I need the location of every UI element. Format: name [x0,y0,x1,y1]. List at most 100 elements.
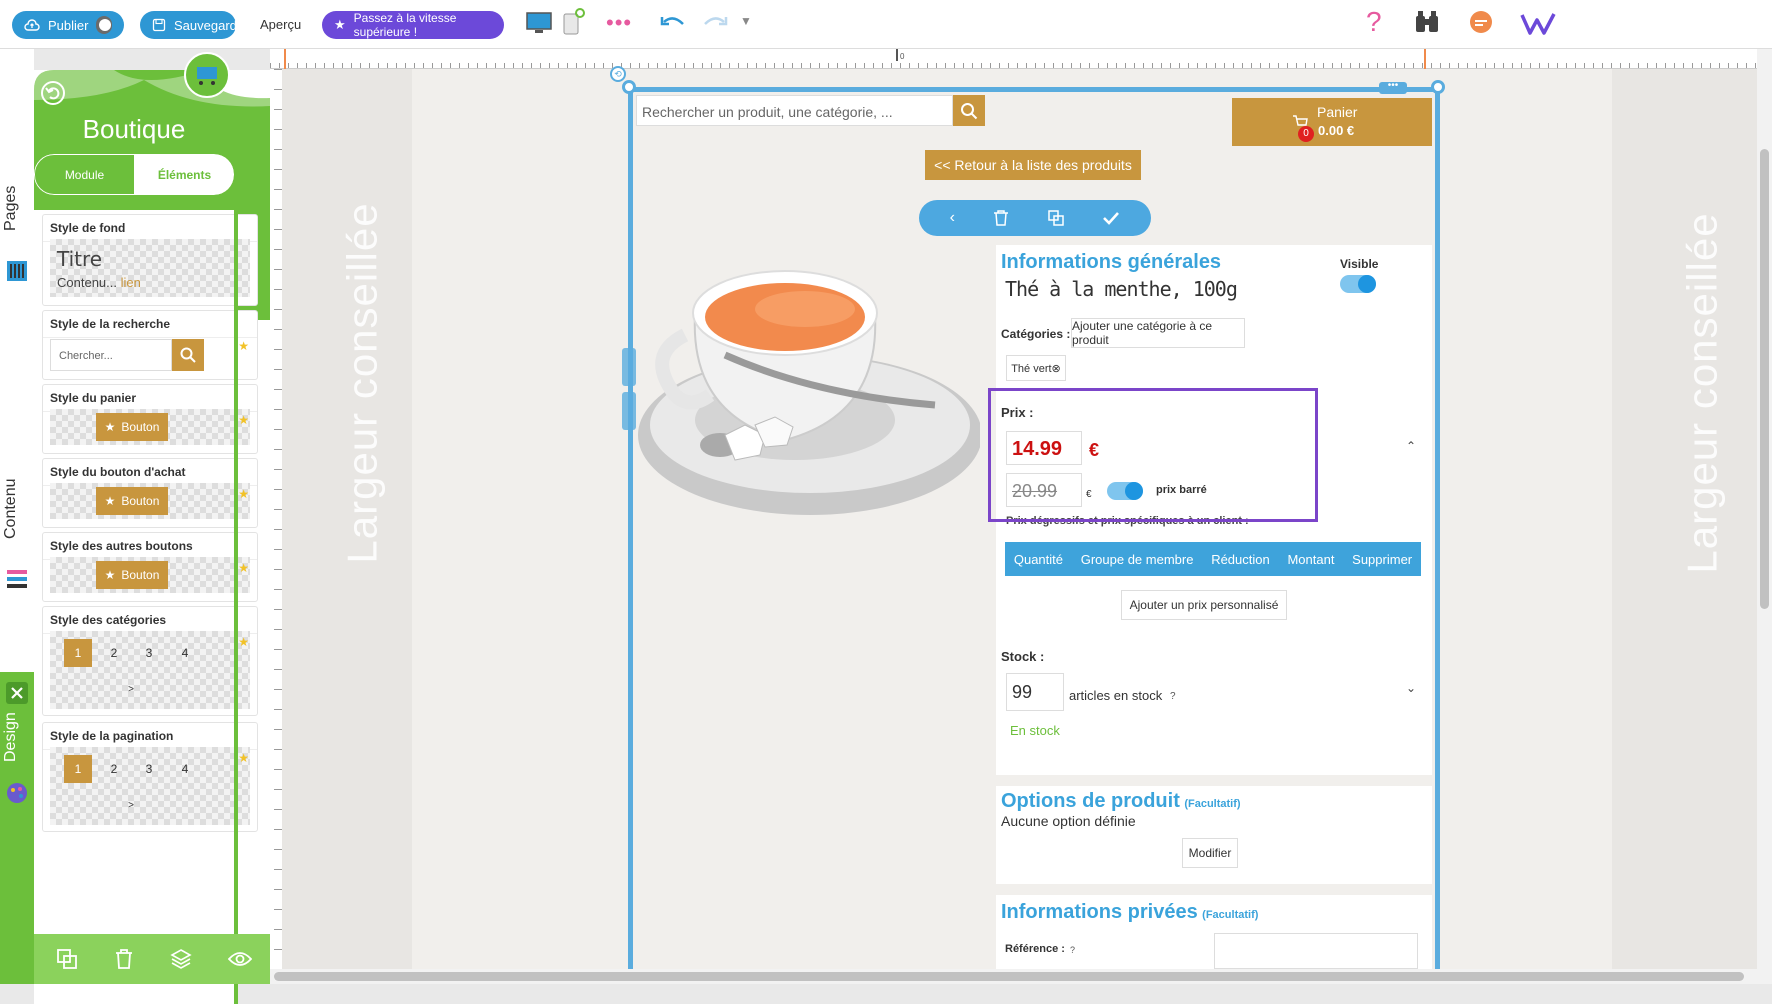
vertical-scrollbar[interactable] [1757,49,1772,984]
card-background-style[interactable]: Style de fond Titre Contenu... lien [42,214,258,306]
star-icon: ★ [238,413,249,427]
tab-pages[interactable]: Pages [2,186,20,231]
trash-icon[interactable] [114,948,134,970]
chevron-left-icon[interactable]: ‹ [950,209,955,227]
publish-toggle[interactable] [96,16,112,34]
desktop-view-icon[interactable] [526,12,552,36]
pagination-preview: 1 2 3 4 > [50,747,250,825]
drag-handle[interactable] [622,348,636,386]
card-title: Style de la pagination [43,723,257,750]
stock-input[interactable]: 99 [1006,673,1064,711]
back-arrow-icon[interactable] [40,80,66,106]
card-title: Style du bouton d'achat [43,459,257,486]
card-title: Style du panier [43,385,257,412]
page-number: 4 [181,762,189,776]
chat-icon[interactable] [1468,10,1494,36]
card-title: Style des autres boutons [43,533,257,560]
scrollbar-thumb[interactable] [274,972,1744,981]
back-to-products-button[interactable]: << Retour à la liste des produits [925,150,1141,180]
product-search-button[interactable] [953,95,985,126]
card-cart-style[interactable]: Style du panier ★ Bouton ★ [42,384,258,454]
tab-elements[interactable]: Éléments [135,154,234,195]
column-header[interactable]: Réduction [1211,552,1270,567]
resize-handle[interactable] [622,80,636,94]
card-search-style[interactable]: Style de la recherche Chercher... ★ [42,310,258,380]
mobile-view-icon[interactable] [562,8,586,36]
tab-design[interactable]: Design [2,712,20,762]
product-name[interactable]: Thé à la menthe, 100g [1005,277,1238,301]
search-icon [180,347,196,363]
add-custom-price-button[interactable]: Ajouter un prix personnalisé [1121,590,1287,620]
chevron-down-icon[interactable]: ⌄ [1406,681,1416,695]
publish-button[interactable]: Publier [12,11,124,39]
ruler-guide-mark[interactable] [1424,49,1426,69]
horizontal-scrollbar[interactable] [270,969,1757,984]
column-header[interactable]: Montant [1287,552,1334,567]
modify-options-button[interactable]: Modifier [1182,838,1238,868]
reference-label: Référence : [1005,943,1065,955]
rotate-handle-icon[interactable]: ⟲ [610,66,626,82]
binoculars-icon[interactable] [1414,10,1440,34]
card-categories-style[interactable]: Style des catégories 1 2 3 4 > ★ [42,606,258,716]
resize-handle[interactable] [1431,80,1445,94]
panel-scrollbar[interactable] [234,210,238,1004]
card-title: Style de fond [43,215,257,242]
sample-title: Titre [57,247,103,271]
preview-link[interactable]: Aperçu [260,17,301,32]
product-search-input[interactable]: Rechercher un produit, une catégorie, ..… [636,95,953,126]
visible-toggle[interactable] [1340,275,1376,293]
check-icon[interactable] [1102,209,1120,227]
eye-icon[interactable] [228,950,252,968]
card-buy-button-style[interactable]: Style du bouton d'achat ★ Bouton ★ [42,458,258,528]
add-category-button[interactable]: Ajouter une catégorie à ce produit [1071,318,1245,348]
category-tag[interactable]: Thé vert⊗ [1006,355,1066,381]
upgrade-button[interactable]: ★ Passez à la vitesse supérieure ! [322,11,504,39]
module-options-icon[interactable]: ••• [1379,81,1407,94]
card-pagination-style[interactable]: Style de la pagination 1 2 3 4 > ★ [42,722,258,832]
ruler-guide-mark[interactable] [284,49,286,69]
tab-module[interactable]: Module [34,154,135,195]
card-other-buttons-style[interactable]: Style des autres boutons ★ Bouton ★ [42,532,258,602]
pages-icon[interactable] [6,259,28,283]
help-icon[interactable]: ? [1070,945,1075,955]
recommended-width-label: Largeur conseillée [338,202,386,564]
options-heading: Options de produit (Facultatif) [1001,790,1241,812]
reference-input[interactable] [1214,933,1418,969]
save-icon [152,18,166,32]
page-number: 4 [181,646,189,660]
column-header[interactable]: Quantité [1014,552,1063,567]
no-options-text: Aucune option définie [1001,813,1136,829]
star-icon: ★ [238,635,249,649]
column-header[interactable]: Supprimer [1352,552,1412,567]
help-icon[interactable]: ? [1366,6,1382,38]
categories-label: Catégories : [1001,327,1071,341]
drag-handle[interactable] [622,392,636,430]
column-header[interactable]: Groupe de membre [1081,552,1194,567]
panel-cards: Style de fond Titre Contenu... lien Styl… [34,210,258,1004]
star-icon: ★ [104,494,116,508]
tab-content[interactable]: Contenu [2,479,20,540]
trash-icon[interactable] [992,209,1010,227]
edit-toolbar: ‹ [919,200,1151,236]
layers-icon[interactable] [170,948,192,970]
general-info-heading: Informations générales [1001,251,1222,273]
save-button[interactable]: Sauvegarder [140,11,248,39]
palette-icon[interactable] [6,782,28,804]
history-dropdown-icon[interactable]: ▼ [740,14,752,28]
categories-preview: 1 2 3 4 > [50,631,250,709]
search-icon [961,102,978,119]
more-options-icon[interactable]: ••• [606,10,632,36]
page-number: 1 [64,639,92,667]
content-icon[interactable] [6,567,28,591]
redo-icon[interactable] [702,14,728,32]
chevron-up-icon[interactable]: ⌃ [1406,439,1416,453]
close-icon[interactable] [6,682,28,704]
duplicate-icon[interactable] [56,948,78,970]
scrollbar-thumb[interactable] [1760,149,1769,609]
help-icon[interactable]: ? [1170,691,1176,702]
duplicate-icon[interactable] [1047,209,1065,227]
preview-button: ★ Bouton [96,413,168,441]
undo-icon[interactable] [660,14,686,32]
cart-widget[interactable]: 0 Panier 0.00 € [1232,98,1432,146]
cart-preview: ★ Bouton [50,409,250,445]
